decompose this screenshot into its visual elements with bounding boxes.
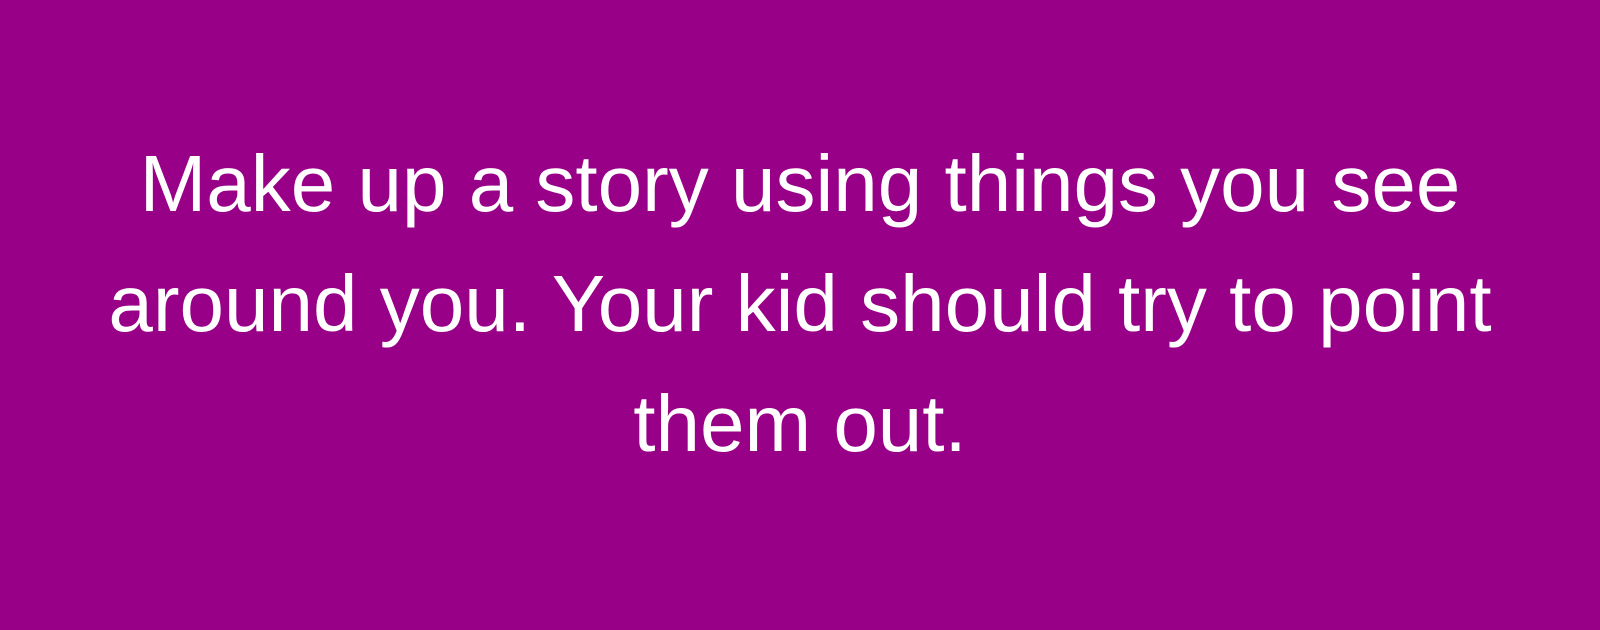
quote-text: Make up a story using things you see aro… (108, 139, 1492, 468)
quote-card: Make up a story using things you see aro… (0, 0, 1600, 630)
